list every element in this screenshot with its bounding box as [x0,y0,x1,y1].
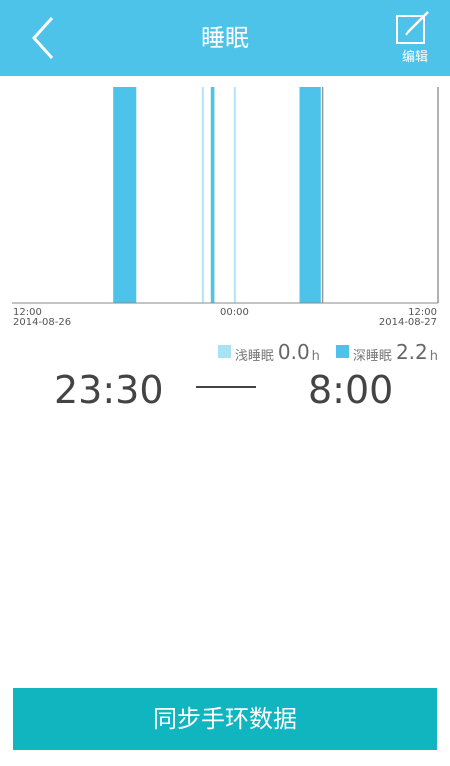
sleep-end-time[interactable]: 8:00 [308,365,393,415]
deep-sleep-unit: h [429,349,438,364]
edit-label: 编辑 [401,50,428,65]
light-sleep-bar [233,87,236,303]
page-title: 睡眠 [201,24,249,52]
deep-sleep-label: 深睡眠 [352,349,392,364]
deep-sleep-bar [299,87,321,303]
deep-sleep-bar [113,87,137,303]
sleep-start-time[interactable]: 23:30 [54,365,164,415]
sleep-legend: 浅睡眠 0.0 h 深睡眠 2.2 h [217,338,438,364]
edit-button[interactable]: 编辑 [390,10,440,66]
sync-band-data-button[interactable]: 同步手环数据 [13,688,437,750]
time-separator [196,386,256,388]
x-tick-start-date: 2014-08-26 [13,317,71,328]
light-sleep-label: 浅睡眠 [234,349,274,364]
chevron-left-icon [31,16,54,60]
app-header: 睡眠 编辑 [0,0,450,76]
back-button[interactable] [22,14,66,62]
deep-sleep-swatch [335,345,349,358]
deep-sleep-bar [210,87,215,303]
light-sleep-value: 0.0 [277,340,310,364]
edit-icon [396,11,429,44]
x-tick-mid-time: 00:00 [220,307,249,318]
deep-sleep-value: 2.2 [395,340,428,364]
light-sleep-bar [201,87,204,303]
light-sleep-swatch [217,345,231,358]
x-tick-end-date: 2014-08-27 [379,317,437,328]
sleep-chart-svg: 12:00 2014-08-26 00:00 12:00 2014-08-27 [12,87,439,328]
sleep-chart: 12:00 2014-08-26 00:00 12:00 2014-08-27 [0,76,450,336]
light-sleep-unit: h [311,349,320,364]
